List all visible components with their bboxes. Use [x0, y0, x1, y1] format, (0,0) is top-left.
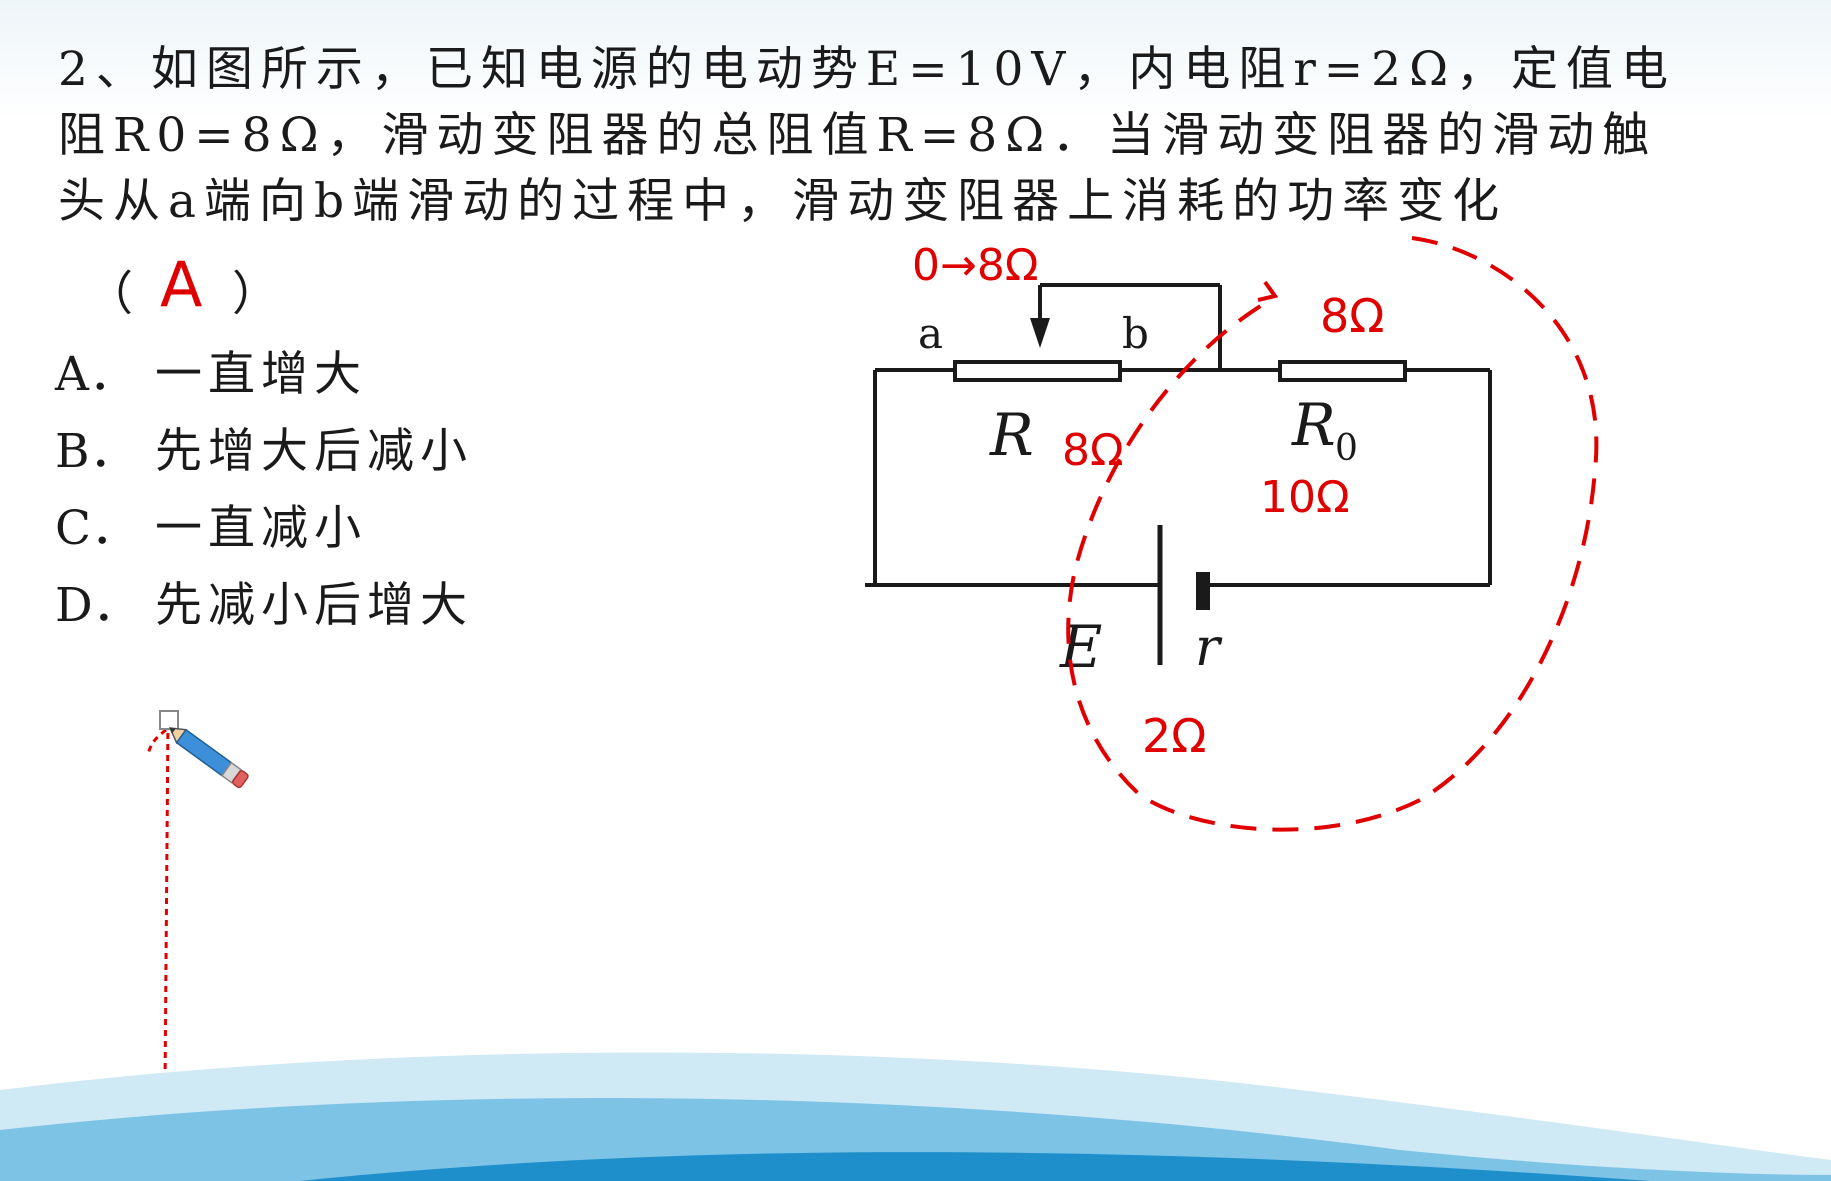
pen-guide-curve: [146, 728, 167, 756]
pen-tool-overlay: [146, 710, 249, 1095]
slide-bottom-wave: [0, 1052, 1831, 1181]
pencil-cursor-icon: [168, 727, 249, 789]
pen-guide-line: [163, 721, 170, 1086]
guide-handle-top[interactable]: [159, 710, 179, 730]
